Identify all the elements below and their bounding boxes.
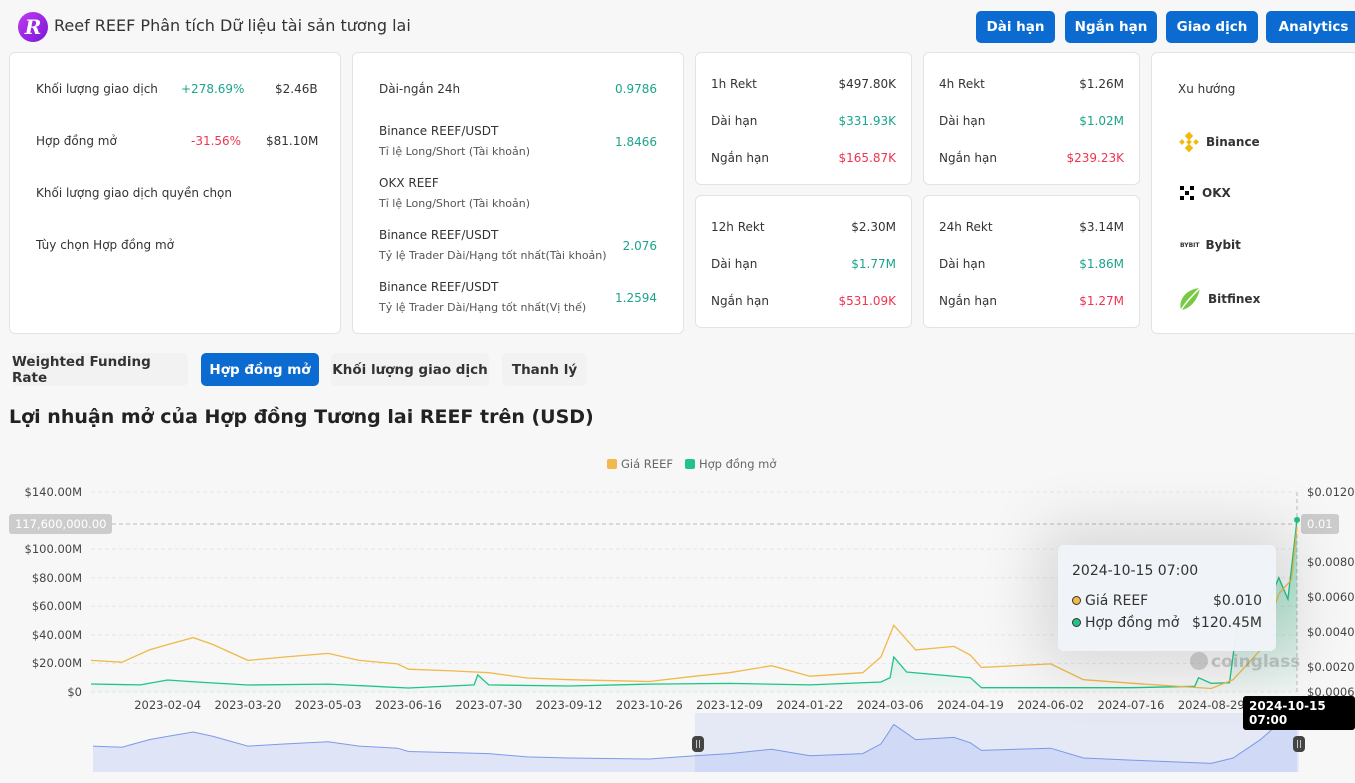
y-left-tick: $100.00M [24, 542, 82, 557]
x-tick: 2023-12-09 [696, 698, 763, 712]
tooltip-value: $120.45M [1192, 615, 1262, 631]
x-tick: 2024-07-16 [1097, 698, 1165, 712]
chart-tooltip: 2024-10-15 07:00 Giá REEF $0.010 Hợp đồng… [1058, 545, 1276, 651]
y-left-tick: $140.00M [24, 485, 82, 499]
price-dot-icon [1072, 596, 1081, 605]
y-right-tick: $0.0040 [1307, 625, 1355, 640]
x-tick: 2023-09-12 [535, 698, 603, 712]
x-tick: 2023-07-30 [455, 698, 523, 712]
crosshair-left-label: 117,600,000.00 [9, 514, 113, 534]
tooltip-label: Giá REEF [1085, 593, 1149, 609]
y-right-tick: $0.0120 [1307, 485, 1355, 499]
watermark-text: coinglass [1211, 652, 1301, 672]
y-left-tick: $40.00M [31, 627, 82, 642]
open-interest-chart[interactable] [0, 0, 1355, 783]
navigator-selection [694, 713, 1299, 772]
x-tick: 2024-06-02 [1017, 698, 1085, 712]
coinglass-watermark: coinglass [1190, 652, 1300, 672]
tooltip-label: Hợp đồng mở [1085, 615, 1180, 631]
tooltip-date: 2024-10-15 07:00 [1072, 563, 1199, 579]
x-tick: 2023-02-04 [134, 698, 202, 712]
x-tick: 2024-08-29 [1177, 698, 1245, 712]
y-right-tick: $0.0080 [1307, 555, 1355, 570]
x-tick: 2024-04-19 [936, 698, 1004, 712]
crosshair-right-label: 0.01 [1301, 514, 1339, 534]
x-tick: 2023-05-03 [294, 698, 362, 712]
y-left-tick: $60.00M [31, 599, 82, 614]
y-left-tick: $20.00M [31, 656, 82, 671]
y-right-tick: $0.0060 [1307, 590, 1355, 605]
y-left-tick: $0 [67, 685, 82, 699]
x-tick: 2024-01-22 [776, 698, 844, 712]
x-tick: 2023-06-16 [375, 698, 442, 712]
oi-hover-marker [1294, 516, 1300, 523]
y-left-tick: $80.00M [31, 570, 82, 585]
y-right-tick: $0.0020 [1307, 660, 1355, 675]
navigator-left-handle[interactable]: || [692, 736, 704, 752]
x-tick: 2023-03-20 [214, 698, 282, 712]
oi-dot-icon [1072, 618, 1081, 627]
x-tick: 2023-10-26 [615, 698, 683, 712]
crosshair-x-label: 2024-10-15 07:00 [1243, 696, 1355, 730]
navigator-right-handle[interactable]: || [1293, 736, 1305, 752]
x-tick: 2024-03-06 [856, 698, 924, 712]
tooltip-value: $0.010 [1213, 593, 1262, 609]
